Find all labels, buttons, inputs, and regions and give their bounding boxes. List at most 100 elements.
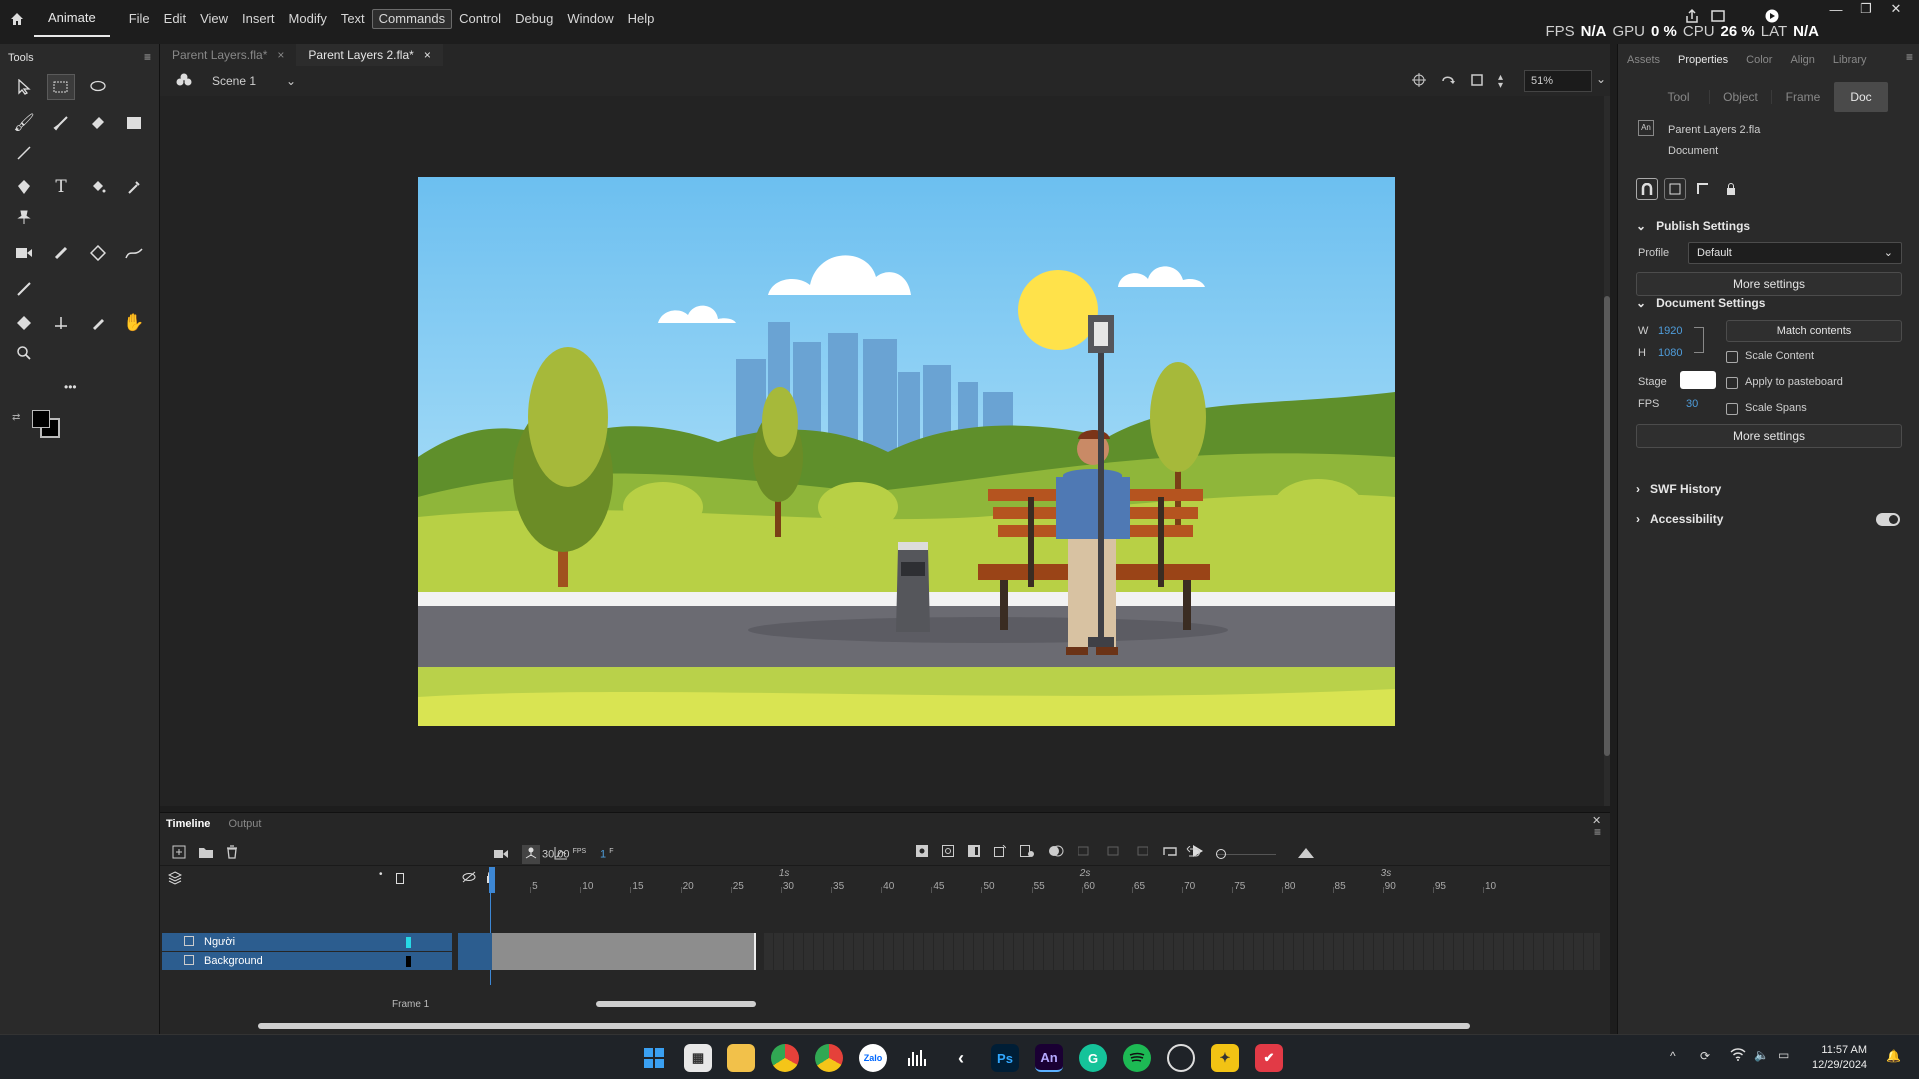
grammarly-icon[interactable]: G	[1079, 1044, 1107, 1072]
menu-edit[interactable]: Edit	[157, 0, 193, 37]
capcut-icon[interactable]: ‹	[947, 1044, 975, 1072]
scale-spans-checkbox[interactable]	[1726, 403, 1738, 415]
asset-warp-tool-icon[interactable]	[84, 240, 112, 266]
zoom-stepper-icon[interactable]: ▴ ▾	[1498, 72, 1503, 90]
home-icon[interactable]	[0, 0, 34, 37]
pen-tool-icon[interactable]	[10, 174, 38, 200]
accessibility-toggle[interactable]	[1876, 513, 1900, 526]
tab-library[interactable]: Library	[1824, 48, 1876, 72]
stroke-color-swatch[interactable]	[32, 410, 50, 428]
profile-select[interactable]: Default ⌄	[1688, 242, 1902, 264]
pin-tool-icon[interactable]	[10, 204, 38, 230]
show-hidden-icons-icon[interactable]: ^	[1670, 1049, 1676, 1063]
stage-hscroll-thumb[interactable]	[258, 1023, 1470, 1029]
paint-bucket-tool-icon[interactable]	[84, 174, 112, 200]
hand-tool-icon[interactable]: ✋	[120, 310, 148, 336]
vertical-scrollbar[interactable]	[1604, 96, 1610, 806]
timeline-hscroll-thumb[interactable]	[596, 1001, 756, 1007]
wifi-icon[interactable]	[1730, 1047, 1746, 1064]
menu-insert[interactable]: Insert	[235, 0, 282, 37]
tab-timeline[interactable]: Timeline	[166, 818, 210, 830]
panel-menu-icon[interactable]: ≡	[1906, 50, 1913, 64]
camera-icon[interactable]	[494, 848, 508, 862]
playhead[interactable]	[489, 867, 495, 893]
tab-align[interactable]: Align	[1781, 48, 1823, 72]
center-frame-icon[interactable]	[1106, 845, 1120, 862]
edit-multiple-frames-icon[interactable]	[1077, 845, 1092, 862]
tab-properties[interactable]: Properties	[1669, 48, 1737, 72]
fit-timeline-icon[interactable]	[1298, 846, 1314, 861]
subselection-tool-icon[interactable]	[47, 310, 75, 336]
new-folder-icon[interactable]	[198, 845, 214, 862]
document-more-settings-button[interactable]: More settings	[1636, 424, 1902, 448]
fps-value[interactable]: 30	[1686, 398, 1698, 410]
width-value[interactable]: 1920	[1658, 325, 1682, 337]
loop-range-icon[interactable]	[1134, 845, 1149, 862]
rectangle-tool-icon[interactable]	[120, 110, 148, 136]
eyedropper-tool-icon[interactable]	[120, 174, 148, 200]
menu-file[interactable]: File	[122, 0, 157, 37]
guides-icon[interactable]	[1692, 178, 1714, 200]
spotify-icon[interactable]	[1123, 1044, 1151, 1072]
task-view-icon[interactable]: ▦	[684, 1044, 712, 1072]
publish-more-settings-button[interactable]: More settings	[1636, 272, 1902, 296]
publish-settings-header[interactable]: ⌄ Publish Settings	[1636, 219, 1750, 233]
layer-row-background[interactable]: Background	[162, 952, 452, 970]
rotate-stage-icon[interactable]	[1440, 73, 1456, 90]
subtab-doc[interactable]: Doc	[1834, 82, 1888, 112]
delete-layer-icon[interactable]	[226, 845, 238, 862]
loop-playback-icon[interactable]	[1162, 845, 1178, 862]
stage-canvas[interactable]	[418, 177, 1395, 726]
frame-span[interactable]	[492, 933, 756, 970]
lock-icon[interactable]	[1720, 178, 1742, 200]
selection-tool-icon[interactable]	[10, 74, 38, 100]
link-dimensions-icon[interactable]	[1694, 327, 1704, 353]
undo-icon[interactable]	[1186, 845, 1200, 861]
pencil-tool-icon[interactable]	[84, 310, 112, 336]
insert-frame-icon[interactable]	[968, 845, 980, 862]
3d-rotation-tool-icon[interactable]	[10, 310, 38, 336]
center-stage-icon[interactable]	[1412, 73, 1426, 90]
timeline-zoom-slider[interactable]	[1216, 848, 1276, 859]
scale-content-checkbox[interactable]	[1726, 351, 1738, 363]
stage-color-swatch[interactable]	[1680, 371, 1716, 389]
timeline-fps-value[interactable]: 30.00	[542, 849, 570, 861]
windows-start-icon[interactable]	[640, 1044, 668, 1072]
auto-keyframe-icon[interactable]	[994, 844, 1007, 862]
lasso-tool-icon[interactable]	[84, 74, 112, 100]
menu-window[interactable]: Window	[560, 0, 620, 37]
swf-history-header[interactable]: › SWF History	[1636, 482, 1721, 496]
current-frame-value[interactable]: 1	[600, 849, 606, 861]
photoshop-icon[interactable]: Ps	[991, 1044, 1019, 1072]
match-contents-button[interactable]: Match contents	[1726, 320, 1902, 342]
panel-menu-icon[interactable]: ≡	[1594, 825, 1601, 839]
tab-assets[interactable]: Assets	[1618, 48, 1669, 72]
layers-icon[interactable]	[1664, 178, 1686, 200]
app-red-icon[interactable]: ✔	[1255, 1044, 1283, 1072]
app-name[interactable]: Animate	[34, 0, 110, 37]
highlight-layers-icon[interactable]: •	[379, 869, 383, 880]
fluid-brush-tool-icon[interactable]	[120, 240, 148, 266]
layer-row-nguoi[interactable]: Người	[162, 933, 452, 951]
layer-color-chip[interactable]	[406, 937, 411, 948]
width-tool-icon[interactable]	[10, 276, 38, 302]
subtab-object[interactable]: Object	[1710, 90, 1772, 104]
chevron-down-icon[interactable]: ⌄	[286, 74, 296, 88]
battery-icon[interactable]: ▭	[1778, 1048, 1789, 1062]
animate-icon[interactable]: An	[1035, 1044, 1063, 1072]
height-value[interactable]: 1080	[1658, 347, 1682, 359]
onion-skin-icon[interactable]	[1048, 845, 1064, 862]
subtab-frame[interactable]: Frame	[1772, 90, 1834, 104]
menu-help[interactable]: Help	[621, 0, 662, 37]
menu-commands[interactable]: Commands	[371, 8, 453, 29]
document-settings-header[interactable]: ⌄ Document Settings	[1636, 296, 1765, 310]
clear-keyframe-icon[interactable]	[1020, 845, 1034, 862]
free-transform-tool-icon[interactable]	[47, 74, 75, 100]
zoom-dropdown-icon[interactable]: ⌄	[1596, 72, 1606, 86]
insert-keyframe-icon[interactable]	[916, 845, 928, 862]
doc-tab-parent-layers-2[interactable]: Parent Layers 2.fla* ×	[296, 44, 443, 66]
menu-modify[interactable]: Modify	[282, 0, 334, 37]
sync-icon[interactable]: ⟳	[1700, 1049, 1710, 1063]
chrome-profile-icon[interactable]	[815, 1044, 843, 1072]
empty-frames[interactable]	[764, 933, 1600, 970]
